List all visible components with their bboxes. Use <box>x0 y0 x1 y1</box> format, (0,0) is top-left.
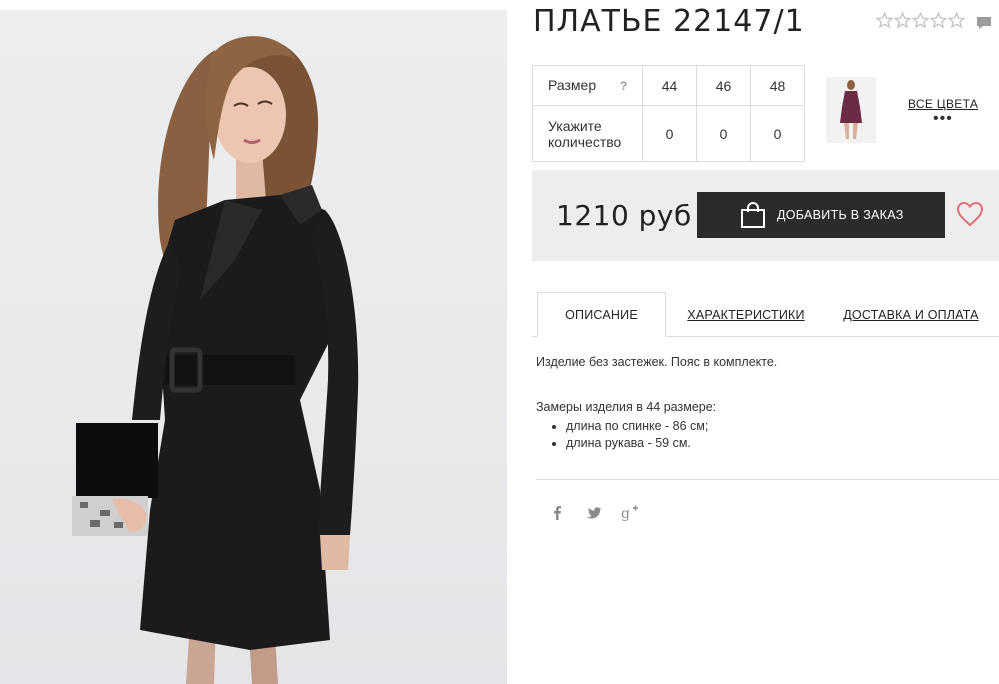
description-text: Изделие без застежек. Пояс в комплекте. <box>536 355 778 369</box>
variant-thumbnail-image <box>826 77 876 143</box>
star-icon[interactable] <box>948 12 965 29</box>
star-icon[interactable] <box>912 12 929 29</box>
shopping-bag-icon <box>741 202 765 228</box>
add-to-order-button[interactable]: ДОБАВИТЬ В ЗАКАЗ <box>697 192 945 238</box>
twitter-icon[interactable] <box>584 503 604 523</box>
google-plus-icon[interactable]: g <box>620 503 640 523</box>
list-item: длина по спинке - 86 см; <box>566 418 996 435</box>
divider <box>536 479 999 480</box>
quantity-label-cell: Укажите количество <box>532 105 643 162</box>
list-item: длина рукава - 59 см. <box>566 435 996 452</box>
add-to-order-label: ДОБАВИТЬ В ЗАКАЗ <box>777 208 904 222</box>
size-option: 48 <box>750 65 805 106</box>
measurements-list: длина по спинке - 86 см; длина рукава - … <box>536 418 996 452</box>
star-icon[interactable] <box>894 12 911 29</box>
size-label-cell: Размер ? <box>532 65 643 106</box>
size-quantity-table: Размер ? 44 46 48 Укажите количество 0 0… <box>532 65 805 162</box>
svg-text:g: g <box>621 506 630 522</box>
size-label: Размер <box>548 77 597 93</box>
color-variant-thumbnail[interactable] <box>826 77 876 143</box>
quantity-label-line2: количество <box>548 133 622 150</box>
quantity-input[interactable]: 0 <box>696 105 751 162</box>
facebook-icon[interactable] <box>547 503 567 523</box>
size-option: 44 <box>642 65 697 106</box>
more-colors-dots[interactable]: ••• <box>933 111 953 127</box>
product-title: ПЛАТЬЕ 22147/1 <box>533 4 805 39</box>
rating-stars[interactable] <box>876 12 965 29</box>
product-photo-illustration <box>72 36 359 684</box>
quantity-row: Укажите количество 0 0 0 <box>532 105 805 162</box>
star-icon[interactable] <box>876 12 893 29</box>
size-row: Размер ? 44 46 48 <box>532 65 805 106</box>
tab-characteristics[interactable]: ХАРАКТЕРИСТИКИ <box>684 292 808 337</box>
quantity-input[interactable]: 0 <box>642 105 697 162</box>
tab-description[interactable]: ОПИСАНИЕ <box>537 292 666 337</box>
comment-icon[interactable] <box>976 15 992 31</box>
price: 1210 руб <box>556 199 692 232</box>
description-panel: Изделие без застежек. Пояс в комплекте. … <box>536 354 996 452</box>
measurements-heading: Замеры изделия в 44 размере: <box>536 400 717 414</box>
all-colors-link[interactable]: ВСЕ ЦВЕТА <box>908 97 978 111</box>
tab-delivery-payment[interactable]: ДОСТАВКА И ОПЛАТА <box>843 292 979 337</box>
size-option: 46 <box>696 65 751 106</box>
size-help-icon[interactable]: ? <box>620 79 627 93</box>
quantity-label-line1: Укажите <box>548 117 602 134</box>
quantity-input[interactable]: 0 <box>750 105 805 162</box>
heart-icon[interactable] <box>956 201 984 227</box>
star-icon[interactable] <box>930 12 947 29</box>
product-photo[interactable] <box>0 10 507 684</box>
